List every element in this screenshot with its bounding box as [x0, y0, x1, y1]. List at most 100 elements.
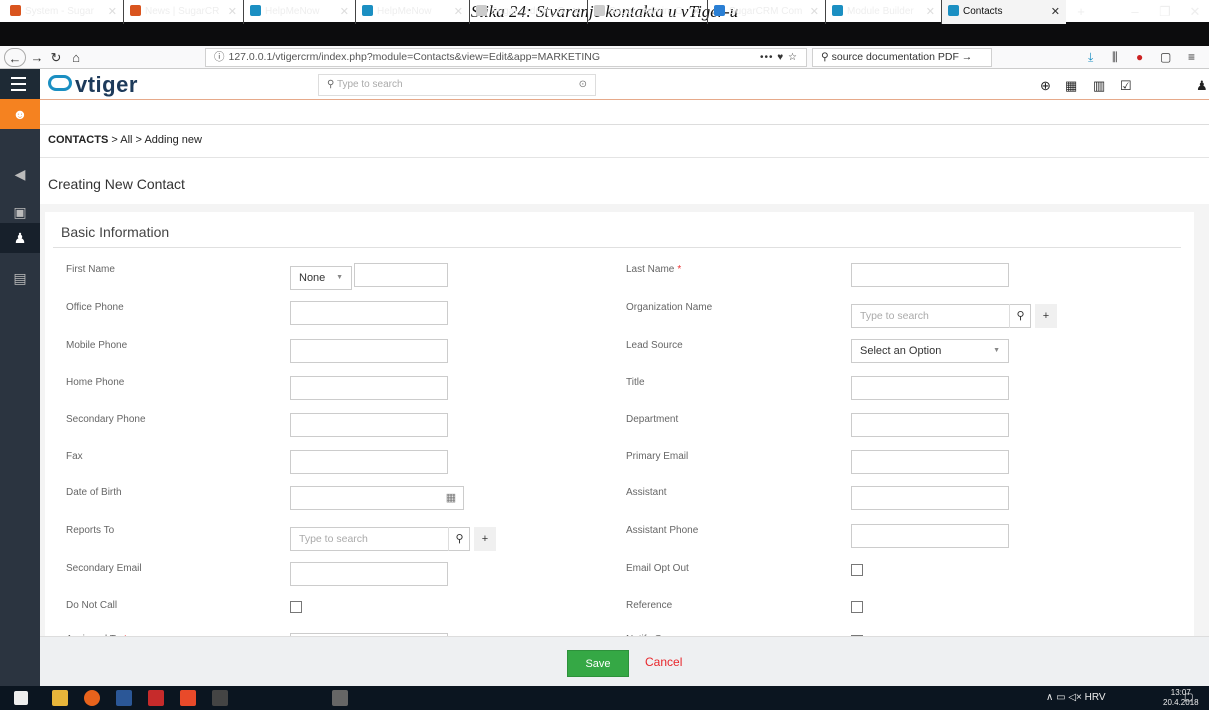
label-text: Home Phone [66, 377, 125, 388]
assistant-phone-input[interactable] [851, 524, 1009, 548]
quick-create-icon[interactable]: ⊕ [1040, 78, 1051, 94]
forward-icon[interactable]: → [30, 48, 44, 67]
fax-input[interactable] [290, 450, 448, 474]
restore-icon[interactable]: ❐ [1150, 0, 1180, 24]
window-close-icon[interactable]: ✕ [1180, 0, 1209, 24]
field-label-email-opt-out: Email Opt Out [626, 563, 689, 574]
browser-tab[interactable]: Sugar_Admin_G ✕ [588, 0, 708, 24]
tab-favicon-icon [594, 5, 605, 16]
info-icon: ⓘ [214, 51, 225, 63]
xampp-icon[interactable] [180, 690, 196, 706]
field-label-organization-name: Organization Name [626, 302, 712, 313]
reference-checkbox[interactable] [851, 601, 863, 613]
mobile-phone-input[interactable] [290, 339, 448, 363]
sidebar-item-marketing-icon[interactable]: ◀ [0, 159, 40, 189]
reload-icon[interactable]: ↻ [48, 48, 64, 67]
word-icon[interactable] [116, 690, 132, 706]
primary-email-input[interactable] [851, 450, 1009, 474]
firefox-icon[interactable] [84, 690, 100, 706]
tab-close-icon[interactable]: ✕ [1051, 0, 1060, 24]
breadcrumb-module[interactable]: Contacts [48, 134, 108, 146]
tab-close-icon[interactable]: ✕ [454, 0, 463, 24]
lead-source-select[interactable]: Select an Option ▼ [851, 339, 1009, 363]
tab-close-icon[interactable]: ✕ [692, 0, 701, 24]
organization-name-lookup-input[interactable]: Type to search [851, 304, 1031, 328]
tab-close-icon[interactable]: ✕ [108, 0, 117, 24]
browser-tab[interactable]: Contacts ✕ [942, 0, 1066, 24]
browser-search-box[interactable]: ⚲ source documentation PDF → [812, 48, 992, 67]
last-name-input[interactable] [851, 263, 1009, 287]
browser-tab[interactable]: HelpMeNow ✕ [356, 0, 470, 24]
email-opt-out-checkbox[interactable] [851, 564, 863, 576]
url-text: 127.0.0.1/vtigercrm/index.php?module=Con… [228, 51, 600, 63]
page-title: Creating New Contact [48, 176, 185, 192]
add-icon[interactable]: + [1035, 304, 1057, 328]
salutation-select[interactable]: None ▼ [290, 266, 352, 290]
secondary-phone-input[interactable] [290, 413, 448, 437]
sidebar-item-contacts-icon[interactable]: ♟ [0, 223, 40, 253]
minimize-icon[interactable]: – [1120, 0, 1150, 24]
label-text: Email Opt Out [626, 563, 689, 574]
library-icon[interactable]: ⫼ [1112, 49, 1118, 66]
assistant-input[interactable] [851, 486, 1009, 510]
user-icon[interactable]: ♟ [1196, 78, 1208, 94]
global-search-input[interactable]: ⚲ Type to search ⊙ [318, 74, 596, 96]
url-bar[interactable]: ⓘ 127.0.0.1/vtigercrm/index.php?module=Co… [205, 48, 807, 67]
system-tray[interactable]: ∧ ▭ ◁× HRV [1046, 686, 1106, 710]
browser-tab[interactable]: HelpMeNow ✕ [244, 0, 356, 24]
home-phone-input[interactable] [290, 376, 448, 400]
tab-close-icon[interactable]: ✕ [810, 0, 819, 24]
calendar-icon[interactable]: ▦ [1065, 78, 1077, 94]
browser-tab[interactable]: News | SugarCR ✕ [124, 0, 244, 24]
tab-close-icon[interactable]: ✕ [340, 0, 349, 24]
office-phone-input[interactable] [290, 301, 448, 325]
app-icon[interactable] [212, 690, 228, 706]
sidebar-item-organizations-icon[interactable]: ▤ [0, 263, 40, 293]
cancel-link[interactable]: Cancel [645, 650, 682, 677]
tasks-icon[interactable]: ☑ [1120, 78, 1132, 94]
taskbar-clock[interactable]: 13:07 20.4.2018 [1163, 688, 1199, 708]
sidebar-item-contacts-group-icon[interactable]: ☻ [0, 99, 40, 129]
adblock-icon[interactable]: ● [1136, 49, 1143, 66]
browser-tab[interactable]: SugarCRM Com ✕ [708, 0, 826, 24]
sidebar-icon[interactable]: ▢ [1160, 49, 1171, 66]
chevron-down-icon: ▼ [993, 347, 1000, 354]
page-actions-icon[interactable]: ••• ♥ ☆ [760, 49, 798, 66]
home-icon[interactable]: ⌂ [68, 48, 84, 67]
title-input[interactable] [851, 376, 1009, 400]
secondary-email-input[interactable] [290, 562, 448, 586]
tab-favicon-icon [362, 5, 373, 16]
acrobat-icon[interactable] [148, 690, 164, 706]
search-icon[interactable]: ⚲ [1009, 304, 1031, 328]
vtiger-logo[interactable]: vtiger [48, 72, 138, 98]
browser-tab[interactable]: System - Sugar ✕ [4, 0, 124, 24]
lookup-placeholder: Type to search [860, 310, 929, 322]
new-tab-button[interactable]: + [1066, 0, 1096, 24]
date-of-birth-input[interactable]: ▦ [290, 486, 464, 510]
photos-icon[interactable] [332, 690, 348, 706]
add-icon[interactable]: + [474, 527, 496, 551]
file-explorer-icon[interactable] [52, 690, 68, 706]
reports-to-lookup-input[interactable]: Type to search [290, 527, 470, 551]
hamburger-menu-icon[interactable] [0, 69, 40, 99]
reports-icon[interactable]: ▥ [1093, 78, 1105, 94]
tab-close-icon[interactable]: ✕ [926, 0, 935, 24]
tab-close-icon[interactable]: ✕ [228, 0, 237, 24]
calendar-icon[interactable]: ▦ [441, 487, 461, 509]
department-input[interactable] [851, 413, 1009, 437]
browser-tab[interactable]: Module Builder ✕ [826, 0, 942, 24]
label-text: Last Name [626, 264, 675, 275]
save-button[interactable]: Save [567, 650, 629, 677]
first-name-input[interactable] [354, 263, 448, 287]
search-icon[interactable]: ⚲ [448, 527, 470, 551]
select-value: Select an Option [860, 345, 942, 357]
browser-tab[interactable]: Sugar_Admin_G ✕ [470, 0, 588, 24]
tab-close-icon[interactable]: ✕ [572, 0, 581, 24]
breadcrumb-all[interactable]: All [120, 134, 132, 146]
download-icon[interactable]: ⤓ [1088, 49, 1093, 66]
search-options-icon[interactable]: ⊙ [579, 75, 587, 95]
do-not-call-checkbox[interactable] [290, 601, 302, 613]
windows-start-icon[interactable] [14, 691, 28, 705]
menu-icon[interactable]: ≡ [1188, 49, 1195, 66]
back-icon[interactable]: ← [4, 48, 26, 67]
